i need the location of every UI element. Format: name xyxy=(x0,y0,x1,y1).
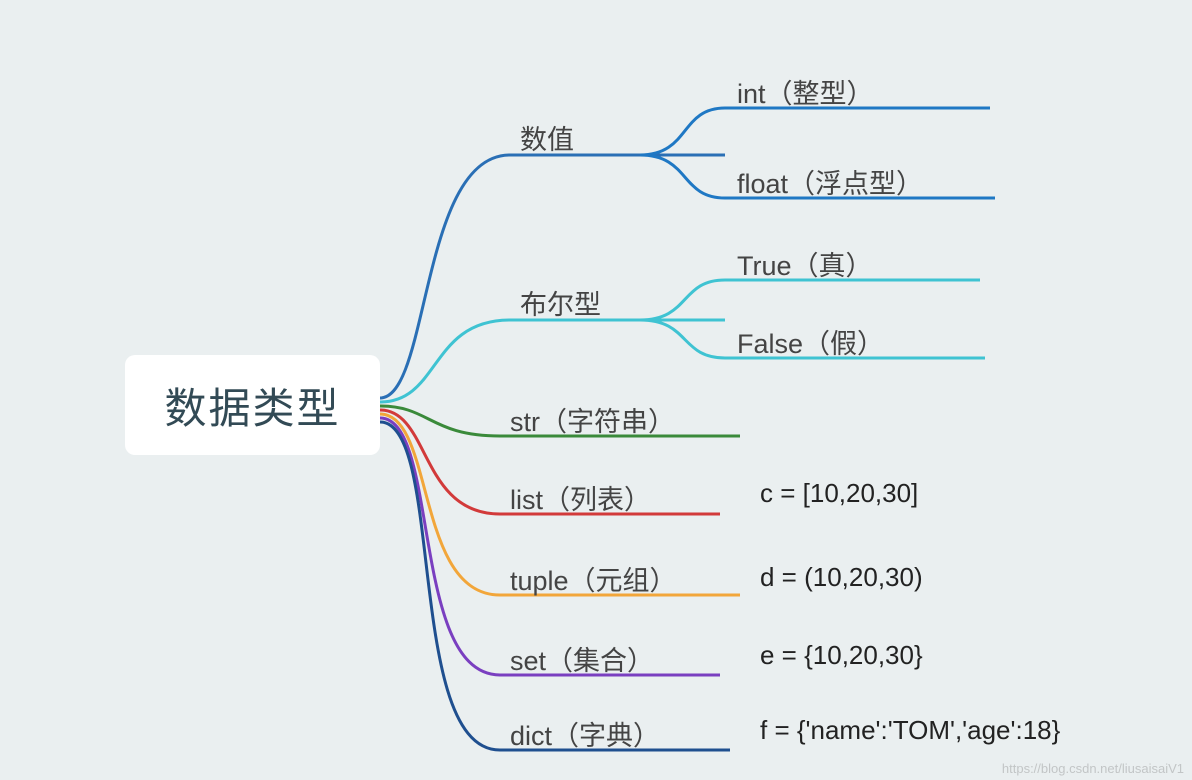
node-true: True（真） xyxy=(737,244,873,283)
node-false: False（假） xyxy=(737,322,884,361)
node-set: set（集合） xyxy=(510,639,654,678)
example-set: e = {10,20,30} xyxy=(760,640,923,671)
node-dict: dict（字典） xyxy=(510,714,660,753)
node-int: int（整型） xyxy=(737,72,874,111)
node-numeric: 数值 xyxy=(520,118,574,157)
node-list: list（列表） xyxy=(510,478,651,517)
node-boolean: 布尔型 xyxy=(520,283,601,322)
watermark: https://blog.csdn.net/liusaisaiV1 xyxy=(1002,761,1184,776)
root-node: 数据类型 xyxy=(125,355,380,455)
node-float: float（浮点型） xyxy=(737,162,923,201)
node-tuple: tuple（元组） xyxy=(510,559,677,598)
node-str: str（字符串） xyxy=(510,400,675,439)
example-list: c = [10,20,30] xyxy=(760,478,918,509)
example-tuple: d = (10,20,30) xyxy=(760,562,923,593)
root-label: 数据类型 xyxy=(164,375,340,436)
example-dict: f = {'name':'TOM','age':18} xyxy=(760,715,1060,746)
